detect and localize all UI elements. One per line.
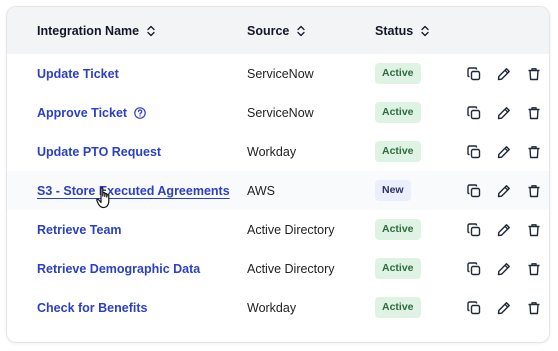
copy-button[interactable] bbox=[467, 222, 481, 237]
integration-name-link[interactable]: Retrieve Demographic Data bbox=[37, 249, 200, 288]
delete-button[interactable] bbox=[527, 301, 541, 315]
edit-button[interactable] bbox=[497, 301, 511, 315]
pencil-icon bbox=[497, 301, 510, 314]
table-row[interactable]: Check for Benefits Workday Active bbox=[7, 288, 549, 327]
source-cell: Active Directory bbox=[247, 222, 335, 237]
status-badge: New bbox=[375, 180, 411, 201]
sort-arrows-icon[interactable] bbox=[297, 25, 306, 37]
delete-button[interactable] bbox=[527, 223, 541, 237]
copy-button[interactable] bbox=[467, 105, 481, 120]
trash-icon bbox=[528, 67, 540, 80]
column-header-status[interactable]: Status bbox=[375, 7, 429, 54]
integration-name-link[interactable]: Approve Ticket bbox=[37, 93, 146, 132]
status-cell: Active bbox=[375, 54, 421, 93]
integration-name-link[interactable]: Check for Benefits bbox=[37, 288, 147, 327]
trash-icon bbox=[528, 223, 540, 236]
trash-icon bbox=[528, 106, 540, 119]
pencil-icon bbox=[497, 106, 510, 119]
edit-button[interactable] bbox=[497, 67, 511, 81]
status-cell: Active bbox=[375, 93, 421, 132]
edit-button[interactable] bbox=[497, 106, 511, 120]
status-cell: Active bbox=[375, 210, 421, 249]
delete-button[interactable] bbox=[527, 184, 541, 198]
status-badge: Active bbox=[375, 102, 421, 123]
pencil-icon bbox=[497, 145, 510, 158]
sort-arrows-icon[interactable] bbox=[147, 25, 155, 37]
status-cell: Active bbox=[375, 249, 421, 288]
table-row[interactable]: Update Ticket ServiceNow Active bbox=[7, 54, 549, 94]
edit-button[interactable] bbox=[497, 145, 511, 159]
integration-name-link[interactable]: S3 - Store Executed Agreements bbox=[37, 171, 230, 210]
status-badge: Active bbox=[375, 297, 421, 318]
copy-button[interactable] bbox=[467, 300, 481, 315]
trash-icon bbox=[528, 262, 540, 275]
source-cell: Active Directory bbox=[247, 261, 335, 276]
table-row[interactable]: Approve Ticket ServiceNow Active bbox=[7, 93, 549, 133]
copy-icon bbox=[467, 66, 481, 80]
status-badge: Active bbox=[375, 219, 421, 240]
status-cell: New bbox=[375, 171, 411, 210]
status-badge: Active bbox=[375, 258, 421, 279]
status-badge: Active bbox=[375, 141, 421, 162]
column-header-label: Status bbox=[375, 23, 414, 38]
delete-button[interactable] bbox=[527, 262, 541, 276]
table-row[interactable]: Update PTO Request Workday Active bbox=[7, 132, 549, 172]
source-cell: ServiceNow bbox=[247, 105, 314, 120]
copy-icon bbox=[467, 144, 481, 158]
table-row[interactable]: Retrieve Demographic Data Active Directo… bbox=[7, 249, 549, 289]
status-badge: Active bbox=[375, 63, 421, 84]
delete-button[interactable] bbox=[527, 67, 541, 81]
row-actions bbox=[467, 249, 549, 288]
source-cell: ServiceNow bbox=[247, 66, 314, 81]
integration-name-link[interactable]: Retrieve Team bbox=[37, 210, 122, 249]
pencil-icon bbox=[497, 67, 510, 80]
column-header-source[interactable]: Source bbox=[247, 7, 306, 54]
table-row[interactable]: S3 - Store Executed Agreements AWS New bbox=[7, 171, 549, 211]
column-header-label: Integration Name bbox=[37, 23, 140, 38]
integration-name-link[interactable]: Update Ticket bbox=[37, 54, 119, 93]
copy-icon bbox=[467, 183, 481, 197]
delete-button[interactable] bbox=[527, 106, 541, 120]
copy-button[interactable] bbox=[467, 144, 481, 159]
copy-icon bbox=[467, 300, 481, 314]
trash-icon bbox=[528, 145, 540, 158]
pencil-icon bbox=[497, 184, 510, 197]
source-cell: Workday bbox=[247, 300, 297, 315]
edit-button[interactable] bbox=[497, 262, 511, 276]
copy-button[interactable] bbox=[467, 261, 481, 276]
trash-icon bbox=[528, 184, 540, 197]
integrations-table: Integration Name Source Status Update Ti… bbox=[6, 6, 550, 343]
pencil-icon bbox=[497, 223, 510, 236]
row-actions bbox=[467, 288, 549, 327]
trash-icon bbox=[528, 301, 540, 314]
edit-button[interactable] bbox=[497, 223, 511, 237]
row-actions bbox=[467, 54, 549, 93]
row-actions bbox=[467, 93, 549, 132]
pencil-icon bbox=[497, 262, 510, 275]
source-cell: Workday bbox=[247, 144, 297, 159]
sort-arrows-icon[interactable] bbox=[421, 25, 429, 37]
edit-button[interactable] bbox=[497, 184, 511, 198]
help-circle-icon[interactable] bbox=[134, 106, 146, 119]
row-actions bbox=[467, 132, 549, 171]
table-row[interactable]: Retrieve Team Active Directory Active bbox=[7, 210, 549, 250]
row-actions bbox=[467, 210, 549, 249]
column-header-integration-name[interactable]: Integration Name bbox=[37, 7, 155, 54]
copy-icon bbox=[467, 222, 481, 236]
status-cell: Active bbox=[375, 288, 421, 327]
status-cell: Active bbox=[375, 132, 421, 171]
hand-pointer-icon bbox=[96, 187, 110, 209]
integration-name-label: Approve Ticket bbox=[37, 105, 128, 120]
delete-button[interactable] bbox=[527, 145, 541, 159]
copy-icon bbox=[467, 261, 481, 275]
integration-name-link[interactable]: Update PTO Request bbox=[37, 132, 161, 171]
copy-button[interactable] bbox=[467, 183, 481, 198]
table-header: Integration Name Source Status bbox=[7, 7, 549, 55]
source-cell: AWS bbox=[247, 183, 276, 198]
column-header-label: Source bbox=[247, 23, 290, 38]
copy-icon bbox=[467, 105, 481, 119]
copy-button[interactable] bbox=[467, 66, 481, 81]
row-actions bbox=[467, 171, 549, 210]
